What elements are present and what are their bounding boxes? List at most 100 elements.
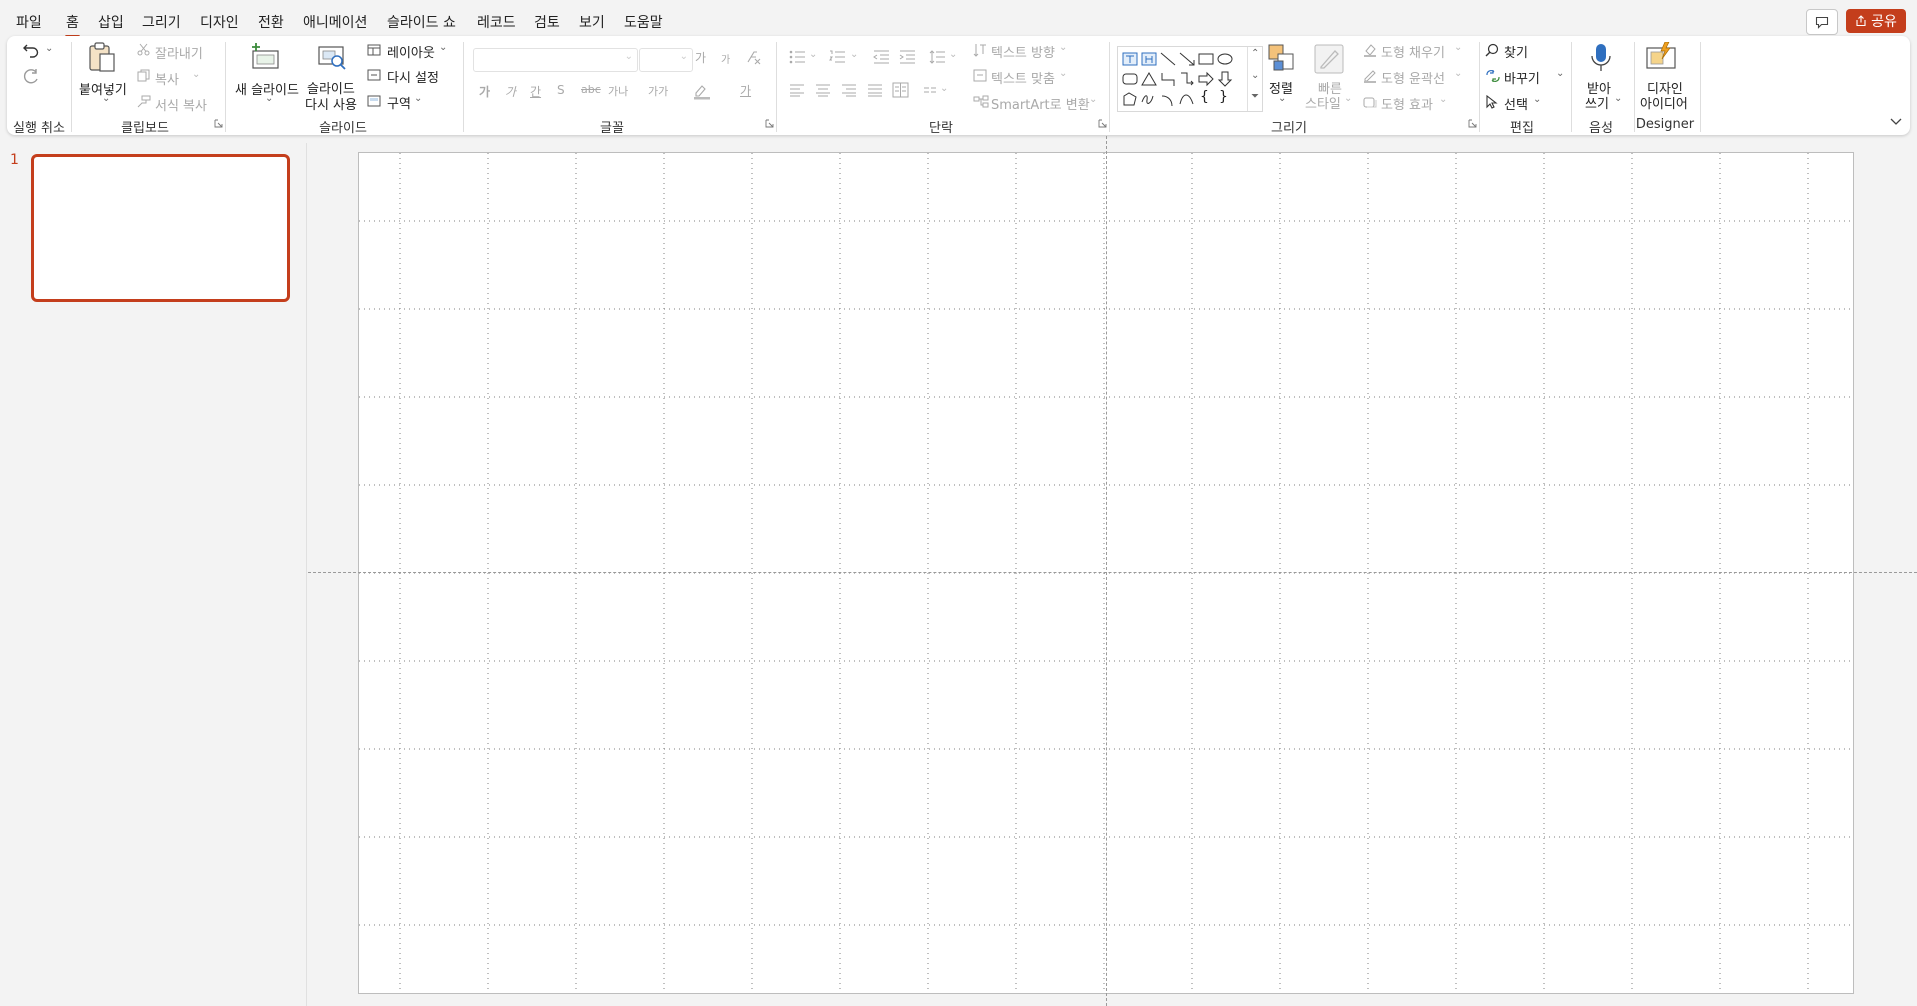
shape-effects-chevron-icon[interactable]: ⌄ <box>1439 94 1447 105</box>
right-brace-shape-icon[interactable]: } <box>1219 89 1228 105</box>
shape-effects-button[interactable]: 도형 효과 <box>1381 94 1433 113</box>
shapes-gallery[interactable]: { } ⌃ ⌄ ⏷ <box>1117 46 1263 112</box>
microphone-icon[interactable] <box>1589 42 1613 74</box>
section-button[interactable]: 구역 <box>387 93 411 112</box>
change-case-button[interactable]: 가가 <box>648 83 668 99</box>
dictate-label-line2[interactable]: 쓰기 <box>1585 93 1609 112</box>
align-left-icon[interactable] <box>789 84 805 97</box>
right-arrow-shape-icon[interactable] <box>1197 70 1215 88</box>
freeform-shape-icon[interactable] <box>1121 90 1139 108</box>
tab-view[interactable]: 보기 <box>579 12 605 32</box>
shape-fill-chevron-icon[interactable]: ⌄ <box>1454 42 1462 53</box>
shrink-font-button[interactable]: 가 <box>721 51 730 66</box>
section-dropdown-chevron-icon[interactable]: ⌄ <box>414 93 422 104</box>
dictate-chevron-icon[interactable]: ⌄ <box>1614 93 1622 104</box>
find-button[interactable]: 찾기 <box>1504 42 1528 61</box>
underline-button[interactable]: 간 <box>530 83 541 100</box>
elbow-connector-shape-icon[interactable] <box>1159 70 1177 88</box>
reuse-slides-icon[interactable] <box>317 45 347 71</box>
increase-indent-icon[interactable] <box>899 50 915 64</box>
align-center-icon[interactable] <box>815 84 831 97</box>
line-shape-icon[interactable] <box>1159 50 1177 68</box>
collapse-ribbon-chevron-icon[interactable] <box>1890 118 1902 126</box>
copy-dropdown-chevron-icon[interactable]: ⌄ <box>192 69 200 80</box>
paste-dropdown-chevron-icon[interactable]: ⌄ <box>102 93 110 104</box>
clear-formatting-icon[interactable] <box>745 49 761 65</box>
font-size-select[interactable]: ⌄ <box>639 48 693 72</box>
select-chevron-icon[interactable]: ⌄ <box>1533 94 1541 105</box>
shape-fill-button[interactable]: 도형 채우기 <box>1381 42 1445 61</box>
new-slide-dropdown-chevron-icon[interactable]: ⌄ <box>265 93 273 104</box>
copy-button[interactable]: 복사 <box>155 69 179 88</box>
tab-insert[interactable]: 삽입 <box>98 12 124 32</box>
grow-font-button[interactable]: 가 <box>695 49 706 66</box>
redo-icon[interactable] <box>22 68 40 86</box>
columns-icon[interactable] <box>892 82 909 98</box>
bold-button[interactable]: 가 <box>479 83 490 100</box>
clipboard-launcher-icon[interactable] <box>214 119 223 128</box>
quick-styles-label-line2[interactable]: 스타일 <box>1305 93 1341 112</box>
paragraph-launcher-icon[interactable] <box>1098 119 1107 128</box>
reuse-slides-label-line2[interactable]: 다시 사용 <box>305 94 357 113</box>
text-direction-chevron-icon[interactable]: ⌄ <box>1059 42 1067 53</box>
tab-transitions[interactable]: 전환 <box>258 12 284 32</box>
font-name-select[interactable]: ⌄ <box>473 48 638 72</box>
horizontal-guide[interactable] <box>308 572 1917 573</box>
undo-dropdown-chevron-icon[interactable]: ⌄ <box>45 43 53 54</box>
share-button[interactable]: 공유 <box>1846 9 1906 33</box>
drawing-launcher-icon[interactable] <box>1468 119 1477 128</box>
align-text-chevron-icon[interactable]: ⌄ <box>1059 68 1067 79</box>
numbering-icon[interactable] <box>829 50 845 64</box>
text-columns-icon[interactable] <box>923 86 937 96</box>
arrange-icon[interactable] <box>1267 43 1297 73</box>
align-right-icon[interactable] <box>841 84 857 97</box>
strikethrough-icon[interactable]: abc <box>581 83 601 96</box>
oval-shape-icon[interactable] <box>1216 50 1234 68</box>
gallery-more-icon[interactable]: ⏷ <box>1251 91 1259 102</box>
arrange-chevron-icon[interactable]: ⌄ <box>1278 93 1286 104</box>
triangle-shape-icon[interactable] <box>1140 70 1158 88</box>
paste-icon[interactable] <box>87 41 117 73</box>
columns-chevron-icon[interactable]: ⌄ <box>940 83 948 94</box>
tab-design[interactable]: 디자인 <box>200 12 239 32</box>
line-spacing-chevron-icon[interactable]: ⌄ <box>949 49 957 60</box>
tab-record[interactable]: 레코드 <box>477 12 516 32</box>
cut-button[interactable]: 잘라내기 <box>155 43 203 62</box>
gallery-scroll-up-icon[interactable]: ⌃ <box>1251 48 1259 59</box>
format-painter-button[interactable]: 서식 복사 <box>155 95 207 114</box>
bullets-chevron-icon[interactable]: ⌄ <box>809 49 817 60</box>
left-brace-shape-icon[interactable]: { <box>1200 89 1209 105</box>
quick-styles-chevron-icon[interactable]: ⌄ <box>1344 93 1352 104</box>
shadow-button[interactable]: S <box>557 83 565 97</box>
bullets-icon[interactable] <box>789 50 805 64</box>
textbox-shape-icon[interactable] <box>1121 50 1139 68</box>
smartart-chevron-icon[interactable]: ⌄ <box>1089 94 1097 105</box>
justify-icon[interactable] <box>867 84 883 97</box>
scribble-shape-icon[interactable] <box>1140 90 1158 108</box>
rectangle-shape-icon[interactable] <box>1197 50 1215 68</box>
rounded-rectangle-shape-icon[interactable] <box>1121 70 1139 88</box>
reset-button[interactable]: 다시 설정 <box>387 67 439 86</box>
convert-smartart-button[interactable]: SmartArt로 변환 <box>991 94 1090 113</box>
tab-home[interactable]: 홈 <box>65 12 80 38</box>
replace-button[interactable]: 바꾸기 <box>1504 68 1540 87</box>
tab-review[interactable]: 검토 <box>534 12 560 32</box>
designer-icon[interactable] <box>1645 42 1677 72</box>
align-text-button[interactable]: 텍스트 맞춤 <box>991 68 1055 87</box>
slide-thumbnail[interactable] <box>31 154 290 302</box>
design-ideas-label-line2[interactable]: 아이디어 <box>1640 93 1688 112</box>
numbering-chevron-icon[interactable]: ⌄ <box>850 49 858 60</box>
tab-file[interactable]: 파일 <box>16 12 42 32</box>
tab-animations[interactable]: 애니메이션 <box>303 12 367 32</box>
elbow-arrow-shape-icon[interactable] <box>1178 70 1196 88</box>
tab-slideshow[interactable]: 슬라이드 쇼 <box>387 12 456 32</box>
highlight-icon[interactable] <box>693 82 715 100</box>
comments-button[interactable] <box>1806 9 1838 35</box>
vertical-textbox-shape-icon[interactable] <box>1140 50 1158 68</box>
tab-help[interactable]: 도움말 <box>624 12 663 32</box>
shape-outline-chevron-icon[interactable]: ⌄ <box>1454 68 1462 79</box>
font-launcher-icon[interactable] <box>765 119 774 128</box>
down-arrow-shape-icon[interactable] <box>1216 70 1234 88</box>
italic-button[interactable]: 가 <box>505 83 516 100</box>
layout-dropdown-chevron-icon[interactable]: ⌄ <box>439 42 447 53</box>
